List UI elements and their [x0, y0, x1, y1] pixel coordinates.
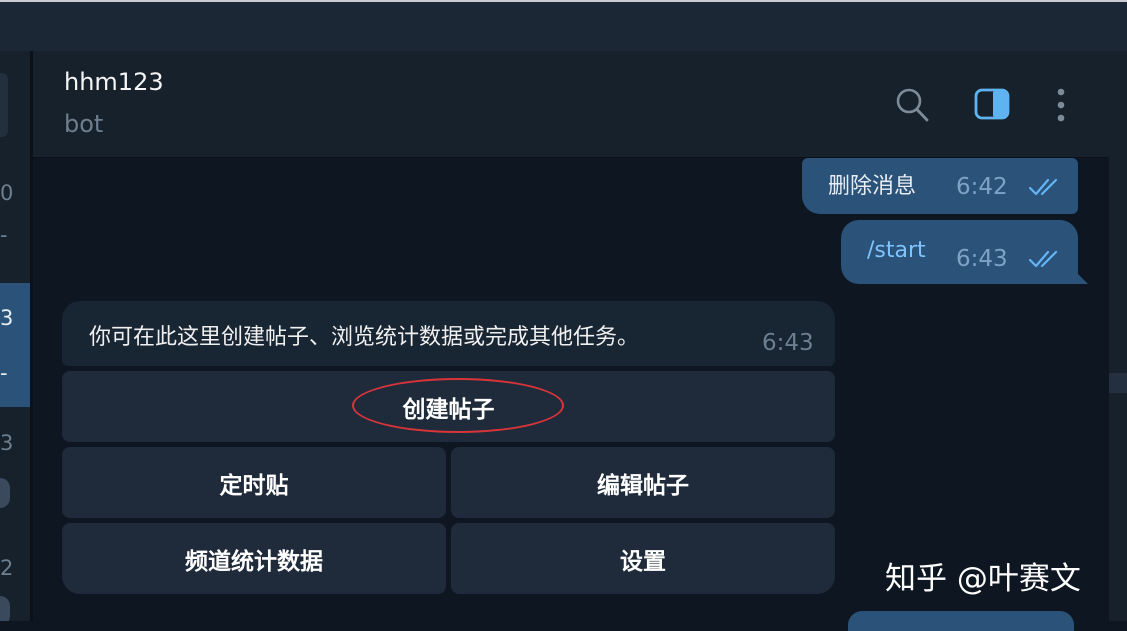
inline-button-edit-post[interactable]: 编辑帖子	[451, 447, 835, 518]
bubble-tail	[1072, 268, 1088, 284]
chat-list-panel: 0 - 3 - 3 2	[0, 51, 30, 621]
search-icon[interactable]	[895, 87, 929, 127]
chat-list-fragment: 0	[0, 181, 12, 205]
inline-button-scheduled-post[interactable]: 定时贴	[62, 447, 446, 518]
message-time: 6:43	[762, 330, 814, 356]
command-link[interactable]: /start	[867, 238, 926, 263]
scrollbar-thumb[interactable]	[1109, 373, 1127, 393]
message-text: 你可在此这里创建帖子、浏览统计数据或完成其他任务。	[89, 325, 640, 350]
watermark: 知乎 @叶赛文	[885, 561, 1081, 597]
unread-badge	[0, 478, 10, 508]
message-incoming[interactable]: 你可在此这里创建帖子、浏览统计数据或完成其他任务。 6:43	[62, 301, 835, 366]
sidebar-toggle-icon[interactable]	[974, 88, 1010, 124]
scrollbar[interactable]	[1109, 51, 1127, 621]
double-check-icon	[1028, 249, 1064, 275]
chat-list-item-active[interactable]	[0, 283, 30, 407]
window-title-bar	[0, 0, 1127, 51]
unread-badge	[0, 596, 10, 621]
message-outgoing[interactable]: /start 6:43	[841, 220, 1078, 284]
message-time: 6:43	[956, 246, 1008, 272]
double-check-icon	[1028, 177, 1064, 203]
chat-list-fragment: 2	[0, 556, 12, 580]
more-vertical-icon[interactable]	[1056, 88, 1066, 126]
chat-list-fragment: -	[0, 223, 8, 247]
chat-list-fragment: 3	[0, 431, 12, 455]
inline-button-create-post[interactable]: 创建帖子	[62, 371, 835, 442]
message-outgoing[interactable]: 删除消息 6:42	[802, 158, 1078, 214]
message-text: 删除消息	[828, 174, 917, 199]
chat-subtitle: bot	[64, 110, 104, 138]
inline-button-settings[interactable]: 设置	[451, 523, 835, 594]
chat-list-fragment: 3	[0, 306, 12, 330]
message-time: 6:42	[956, 174, 1008, 200]
chat-list-fragment: -	[0, 361, 8, 385]
chat-title[interactable]: hhm123	[64, 68, 164, 96]
chat-header[interactable]: hhm123 bot	[33, 51, 1109, 158]
inline-button-channel-stats[interactable]: 频道统计数据	[62, 523, 446, 594]
chat-list-search-stub[interactable]	[0, 73, 8, 137]
message-outgoing-partial[interactable]	[848, 611, 1074, 631]
